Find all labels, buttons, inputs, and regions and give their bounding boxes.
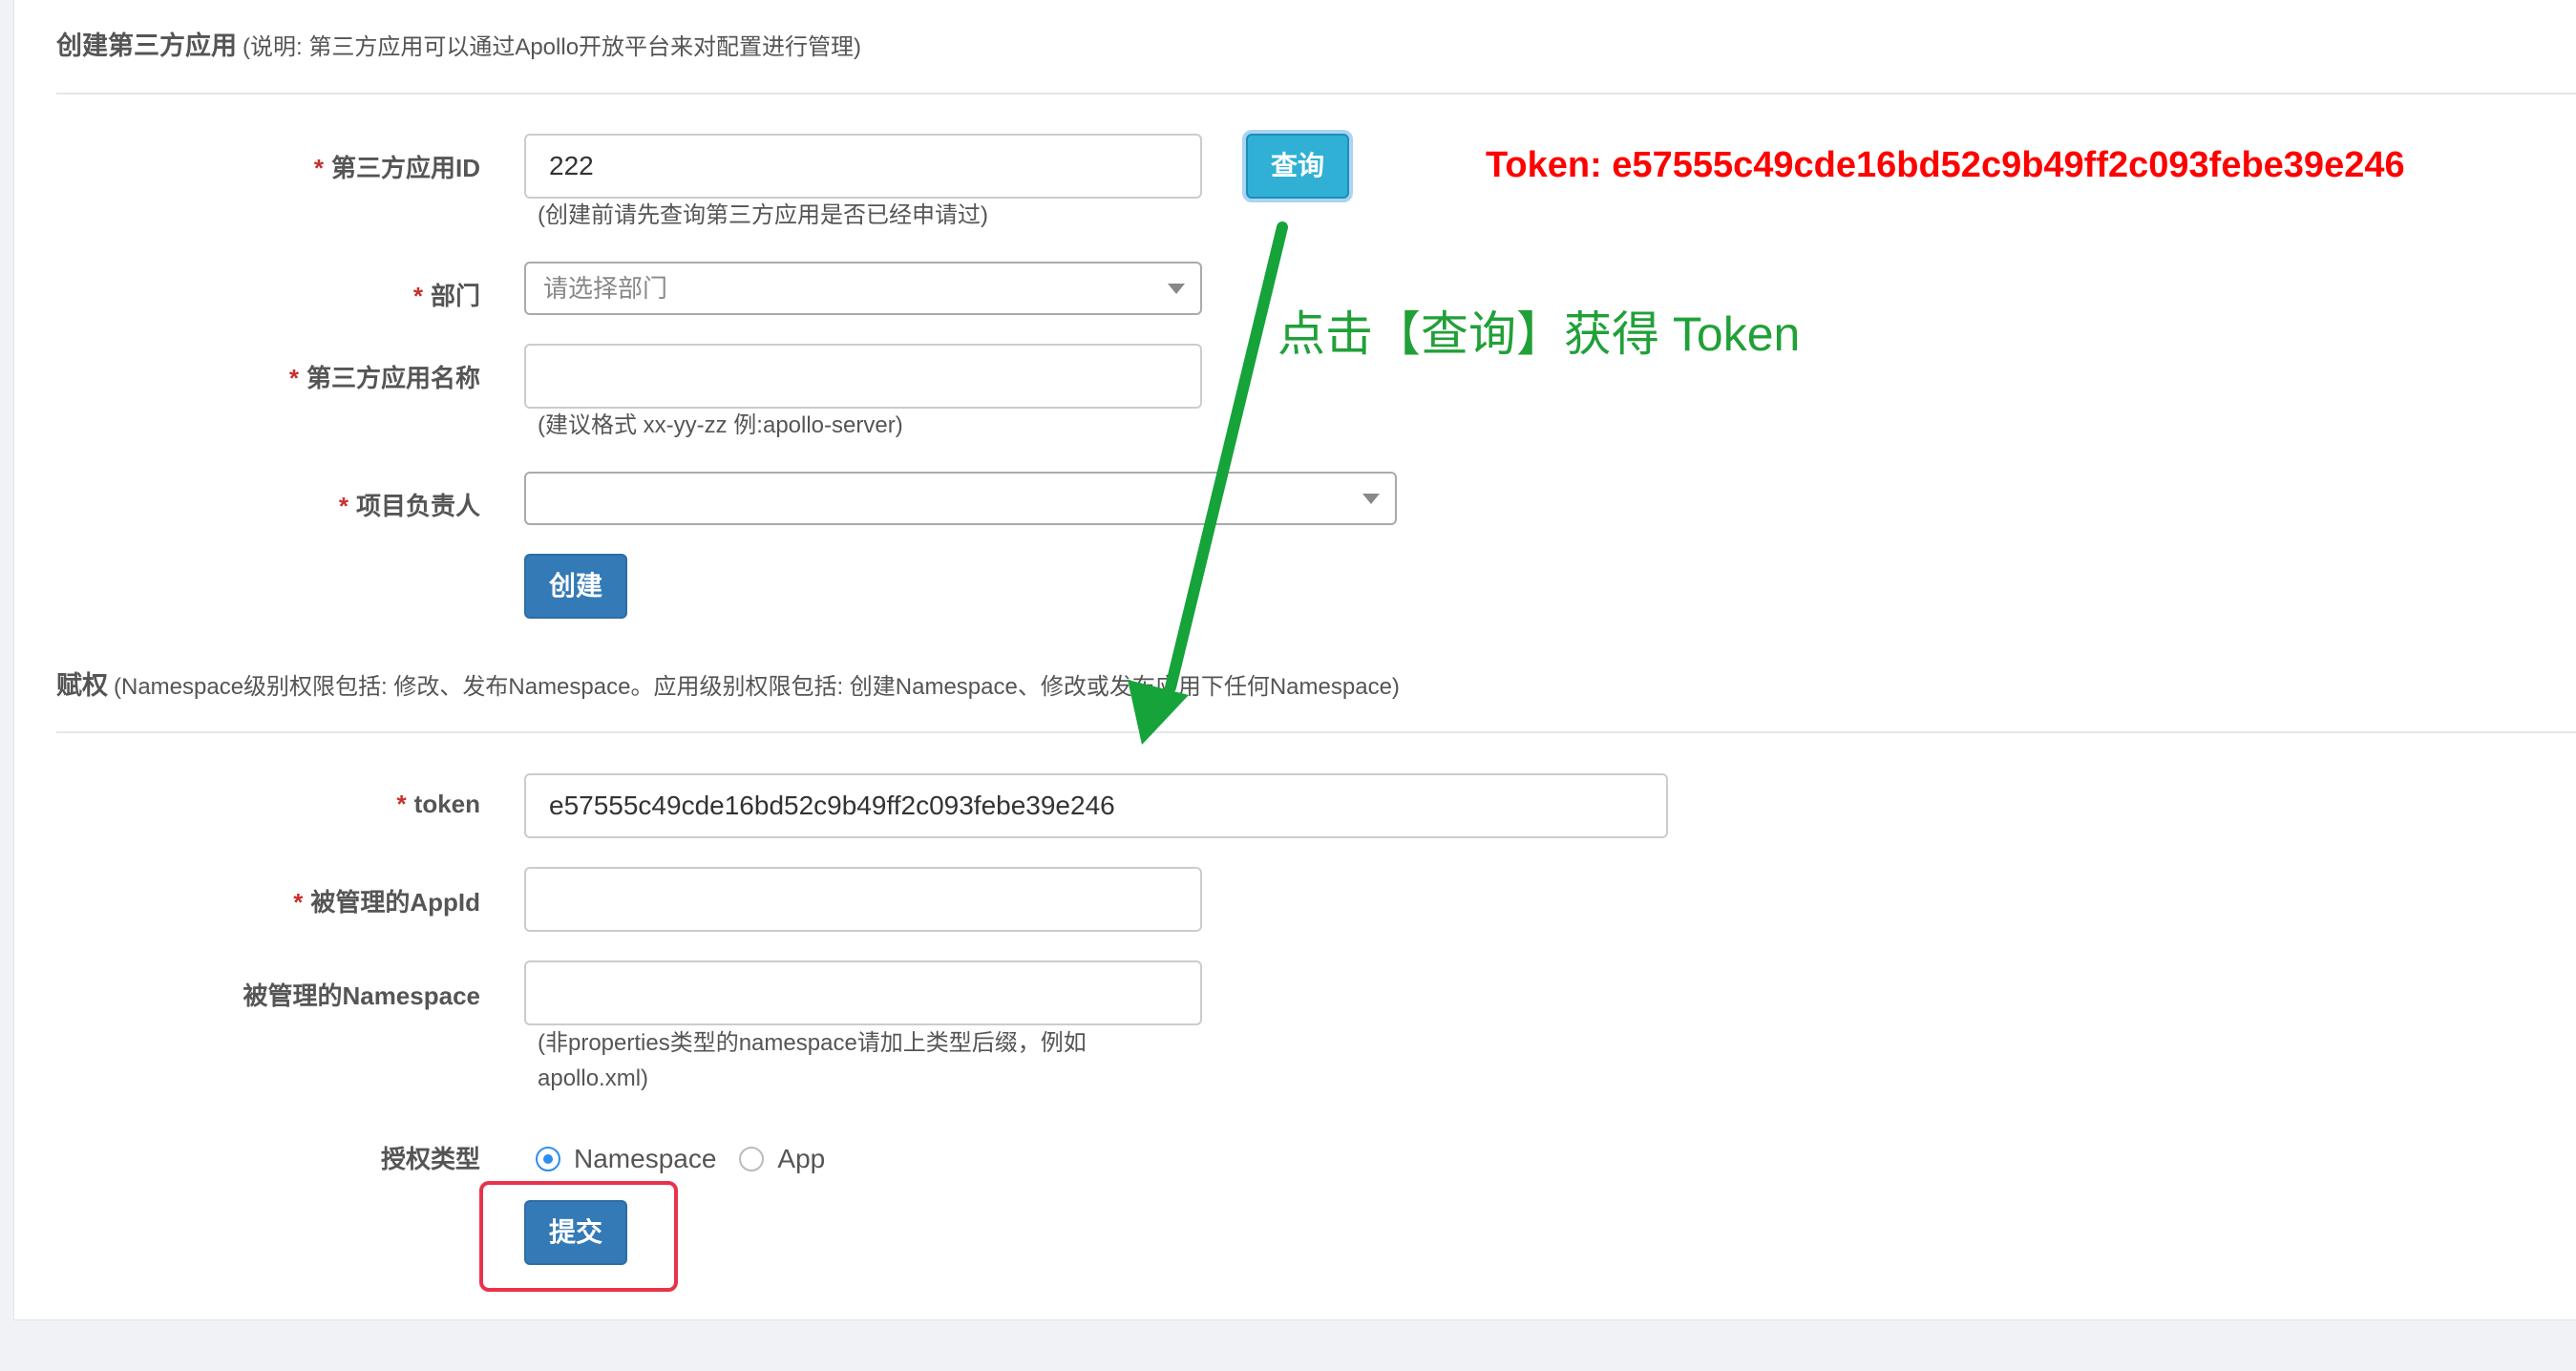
- green-arrow-icon: [1128, 221, 1288, 745]
- arrow-shaft: [1165, 221, 1288, 693]
- arrow-head: [1128, 680, 1189, 745]
